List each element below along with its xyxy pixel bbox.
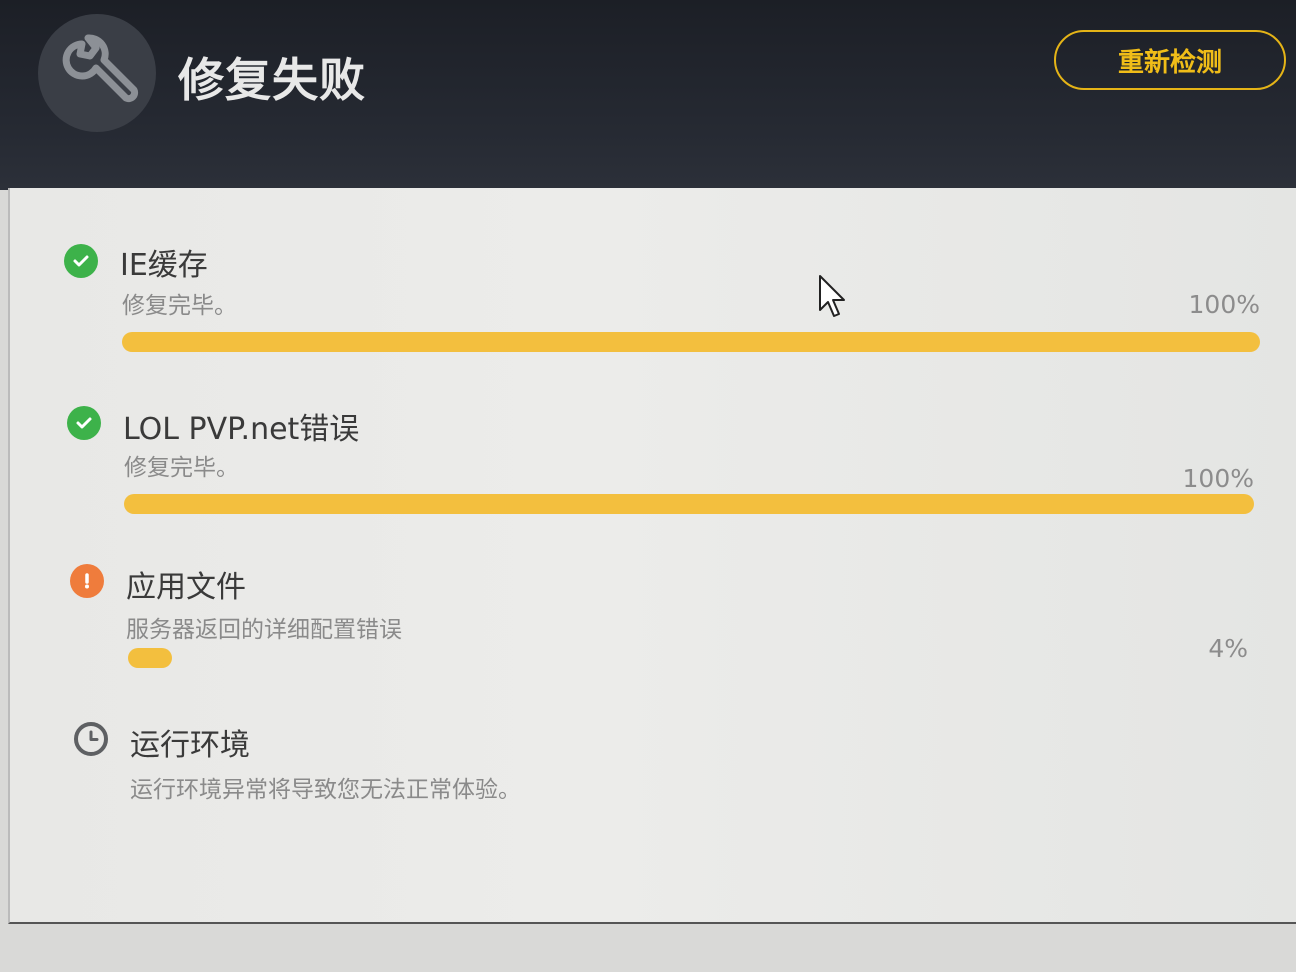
item-description: 修复完毕。 (124, 455, 239, 481)
progress-bar (128, 648, 1228, 668)
item-description: 服务器返回的详细配置错误 (126, 617, 402, 643)
progress-percent: 100% (1182, 464, 1254, 493)
progress-fill (122, 332, 1260, 352)
progress-percent: 100% (1188, 290, 1260, 319)
recheck-button[interactable]: 重新检测 (1054, 30, 1286, 90)
item-description: 运行环境异常将导致您无法正常体验。 (130, 777, 521, 803)
wrench-icon (38, 14, 156, 132)
item-title: 运行环境 (130, 728, 250, 763)
header-bar: 修复失败 重新检测 (0, 0, 1296, 190)
progress-bar (124, 494, 1254, 514)
item-title: LOL PVP.net错误 (123, 412, 360, 447)
progress-fill (128, 648, 172, 668)
progress-bar (122, 332, 1260, 352)
clock-icon (74, 722, 108, 756)
item-description: 修复完毕。 (122, 293, 237, 319)
item-title: IE缓存 (120, 248, 208, 283)
page-title: 修复失败 (178, 53, 366, 107)
progress-fill (124, 494, 1254, 514)
exclamation-circle-icon (70, 564, 104, 598)
check-circle-icon (67, 406, 101, 440)
mouse-cursor-icon (818, 274, 848, 324)
item-title: 应用文件 (126, 570, 246, 605)
check-circle-icon (64, 244, 98, 278)
